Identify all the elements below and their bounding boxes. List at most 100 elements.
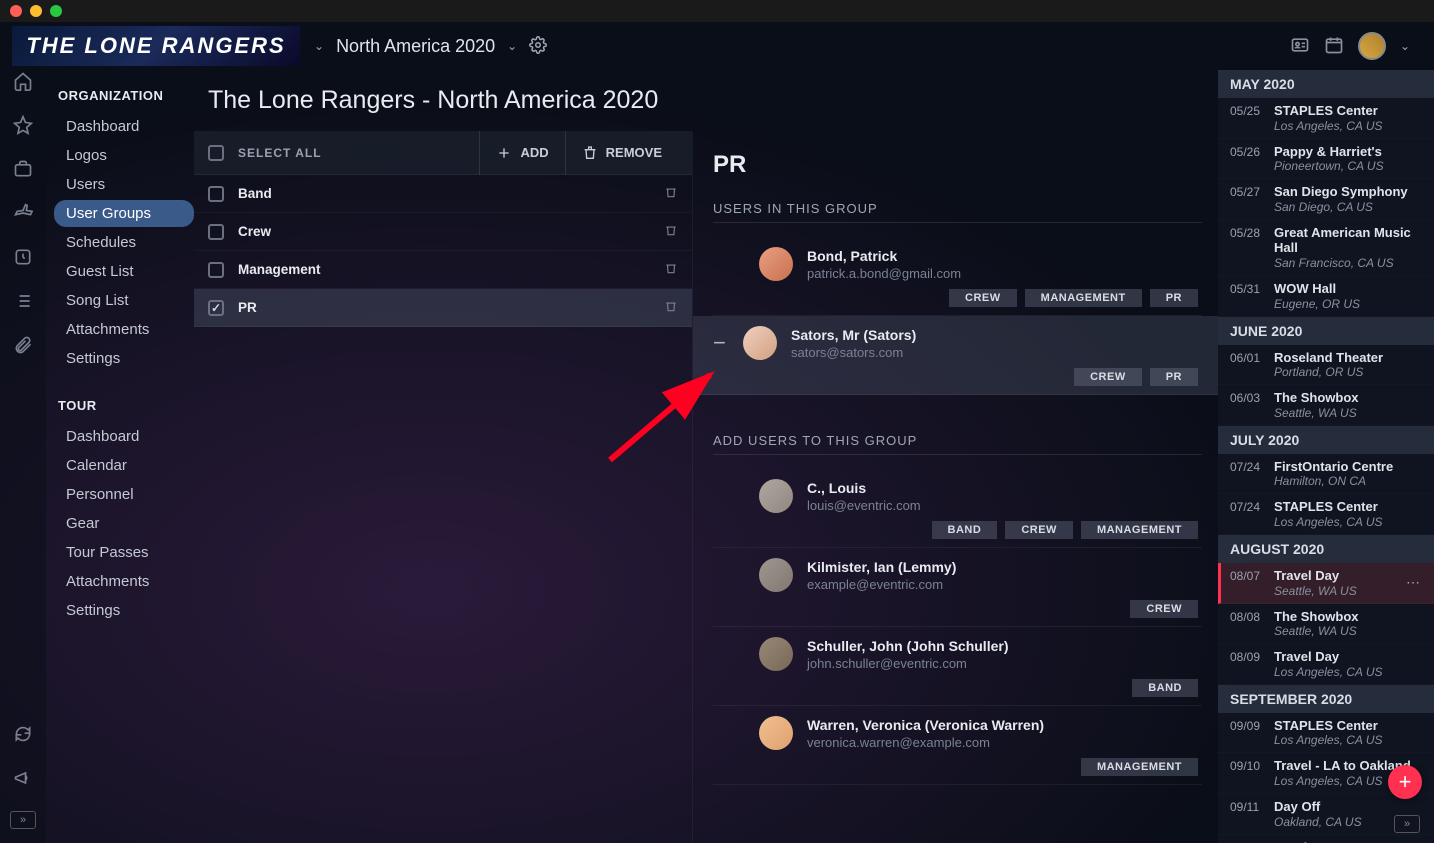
user-entry[interactable]: − Sators, Mr (Sators) sators@sators.com … [693, 316, 1218, 395]
chevron-down-icon[interactable]: ⌄ [314, 39, 324, 53]
sidebar-item-settings[interactable]: Settings [54, 345, 194, 372]
sidebar-item-dashboard[interactable]: Dashboard [54, 113, 194, 140]
group-row[interactable]: Band [194, 175, 692, 213]
calendar-event[interactable]: 05/25 STAPLES Center Los Angeles, CA US [1218, 98, 1434, 139]
calendar-event[interactable]: 05/26 Pappy & Harriet's Pioneertown, CA … [1218, 139, 1434, 180]
group-checkbox[interactable] [208, 224, 224, 240]
user-entry[interactable]: Schuller, John (John Schuller) john.schu… [713, 627, 1202, 706]
group-row[interactable]: PR [194, 289, 692, 327]
gear-icon[interactable] [529, 36, 547, 57]
collapse-rail-button[interactable]: » [10, 811, 36, 829]
add-event-button[interactable]: + [1388, 765, 1422, 799]
event-date: 05/28 [1230, 225, 1266, 270]
group-tag[interactable]: BAND [1132, 679, 1198, 697]
calendar-event[interactable]: 05/31 WOW Hall Eugene, OR US [1218, 276, 1434, 317]
sidebar-item-tour-passes[interactable]: Tour Passes [54, 539, 194, 566]
clock-icon[interactable] [12, 246, 34, 268]
user-entry[interactable]: Warren, Veronica (Veronica Warren) veron… [713, 706, 1202, 785]
sidebar-item-attachments[interactable]: Attachments [54, 316, 194, 343]
sidebar-item-attachments[interactable]: Attachments [54, 568, 194, 595]
event-date: 09/11 [1230, 799, 1266, 829]
trash-icon[interactable] [664, 223, 678, 240]
group-checkbox[interactable] [208, 262, 224, 278]
sidebar-item-logos[interactable]: Logos [54, 142, 194, 169]
event-name: STAPLES Center [1274, 499, 1422, 515]
user-entry[interactable]: Bond, Patrick patrick.a.bond@gmail.com C… [713, 237, 1202, 316]
sidebar-item-dashboard[interactable]: Dashboard [54, 423, 194, 450]
group-tag[interactable]: CREW [1074, 368, 1142, 386]
calendar-icon[interactable] [1324, 35, 1344, 58]
trash-icon[interactable] [664, 299, 678, 316]
group-name: Band [238, 186, 272, 201]
calendar-event[interactable]: 08/09 Travel Day Los Angeles, CA US [1218, 644, 1434, 685]
sync-icon[interactable] [12, 723, 34, 745]
user-avatar[interactable] [1358, 32, 1386, 60]
group-tag[interactable]: PR [1150, 368, 1198, 386]
calendar-event[interactable]: 07/24 STAPLES Center Los Angeles, CA US [1218, 494, 1434, 535]
remove-button[interactable]: REMOVE [565, 131, 678, 175]
user-email: sators@sators.com [791, 345, 916, 360]
more-icon[interactable]: ⋯ [1406, 574, 1422, 591]
star-icon[interactable] [12, 114, 34, 136]
remove-user-icon[interactable]: − [713, 330, 729, 356]
list-icon[interactable] [12, 290, 34, 312]
calendar-event[interactable]: 08/07 Travel Day Seattle, WA US ⋯ [1218, 563, 1434, 604]
add-button[interactable]: ADD [479, 131, 564, 175]
calendar-event[interactable]: 06/01 Roseland Theater Portland, OR US [1218, 345, 1434, 386]
plane-icon[interactable] [12, 202, 34, 224]
group-tag[interactable]: CREW [1005, 521, 1073, 539]
sidebar-item-calendar[interactable]: Calendar [54, 452, 194, 479]
sidebar-item-settings[interactable]: Settings [54, 597, 194, 624]
window-minimize-button[interactable] [30, 5, 42, 17]
sidebar-item-users[interactable]: Users [54, 171, 194, 198]
calendar-event[interactable]: 09/12 Oracle Arena Oakland, CA US [1218, 835, 1434, 843]
attachment-icon[interactable] [12, 334, 34, 356]
group-tag[interactable]: MANAGEMENT [1081, 758, 1198, 776]
sidebar-item-song-list[interactable]: Song List [54, 287, 194, 314]
tour-selector[interactable]: ⌄ North America 2020 ⌄ [300, 36, 547, 57]
calendar-event[interactable]: 06/03 The Showbox Seattle, WA US [1218, 385, 1434, 426]
tour-name[interactable]: North America 2020 [336, 36, 495, 57]
group-tag[interactable]: CREW [949, 289, 1017, 307]
calendar-event[interactable]: 07/24 FirstOntario Centre Hamilton, ON C… [1218, 454, 1434, 495]
group-row[interactable]: Management [194, 251, 692, 289]
group-tag[interactable]: MANAGEMENT [1081, 521, 1198, 539]
group-row[interactable]: Crew [194, 213, 692, 251]
window-close-button[interactable] [10, 5, 22, 17]
user-name: Kilmister, Ian (Lemmy) [807, 559, 956, 575]
group-checkbox[interactable] [208, 186, 224, 202]
home-icon[interactable] [12, 70, 34, 92]
trash-icon[interactable] [664, 261, 678, 278]
briefcase-icon[interactable] [12, 158, 34, 180]
event-name: Day Off [1274, 799, 1422, 815]
collapse-calendar-button[interactable]: » [1394, 815, 1420, 833]
calendar-event[interactable]: 05/27 San Diego Symphony San Diego, CA U… [1218, 179, 1434, 220]
event-name: Great American Music Hall [1274, 225, 1422, 256]
calendar-event[interactable]: 05/28 Great American Music Hall San Fran… [1218, 220, 1434, 276]
calendar-event[interactable]: 09/09 STAPLES Center Los Angeles, CA US [1218, 713, 1434, 754]
group-tag[interactable]: BAND [932, 521, 998, 539]
chevron-down-icon[interactable]: ⌄ [507, 39, 517, 53]
user-avatar [759, 558, 793, 592]
sidebar-item-guest-list[interactable]: Guest List [54, 258, 194, 285]
calendar-event[interactable]: 08/08 The Showbox Seattle, WA US [1218, 604, 1434, 645]
event-date: 06/03 [1230, 390, 1266, 420]
megaphone-icon[interactable] [12, 767, 34, 789]
group-tag[interactable]: MANAGEMENT [1025, 289, 1142, 307]
sidebar-item-personnel[interactable]: Personnel [54, 481, 194, 508]
sidebar-item-schedules[interactable]: Schedules [54, 229, 194, 256]
sidebar-item-user-groups[interactable]: User Groups [54, 200, 194, 227]
id-card-icon[interactable] [1290, 35, 1310, 58]
user-entry[interactable]: C., Louis louis@eventric.com BANDCREWMAN… [713, 469, 1202, 548]
select-all-checkbox[interactable] [208, 145, 224, 161]
user-entry[interactable]: Kilmister, Ian (Lemmy) example@eventric.… [713, 548, 1202, 627]
event-name: San Diego Symphony [1274, 184, 1422, 200]
group-checkbox[interactable] [208, 300, 224, 316]
window-fullscreen-button[interactable] [50, 5, 62, 17]
trash-icon[interactable] [664, 185, 678, 202]
event-name: FirstOntario Centre [1274, 459, 1422, 475]
group-tag[interactable]: CREW [1130, 600, 1198, 618]
sidebar-item-gear[interactable]: Gear [54, 510, 194, 537]
group-tag[interactable]: PR [1150, 289, 1198, 307]
chevron-down-icon[interactable]: ⌄ [1400, 39, 1410, 53]
